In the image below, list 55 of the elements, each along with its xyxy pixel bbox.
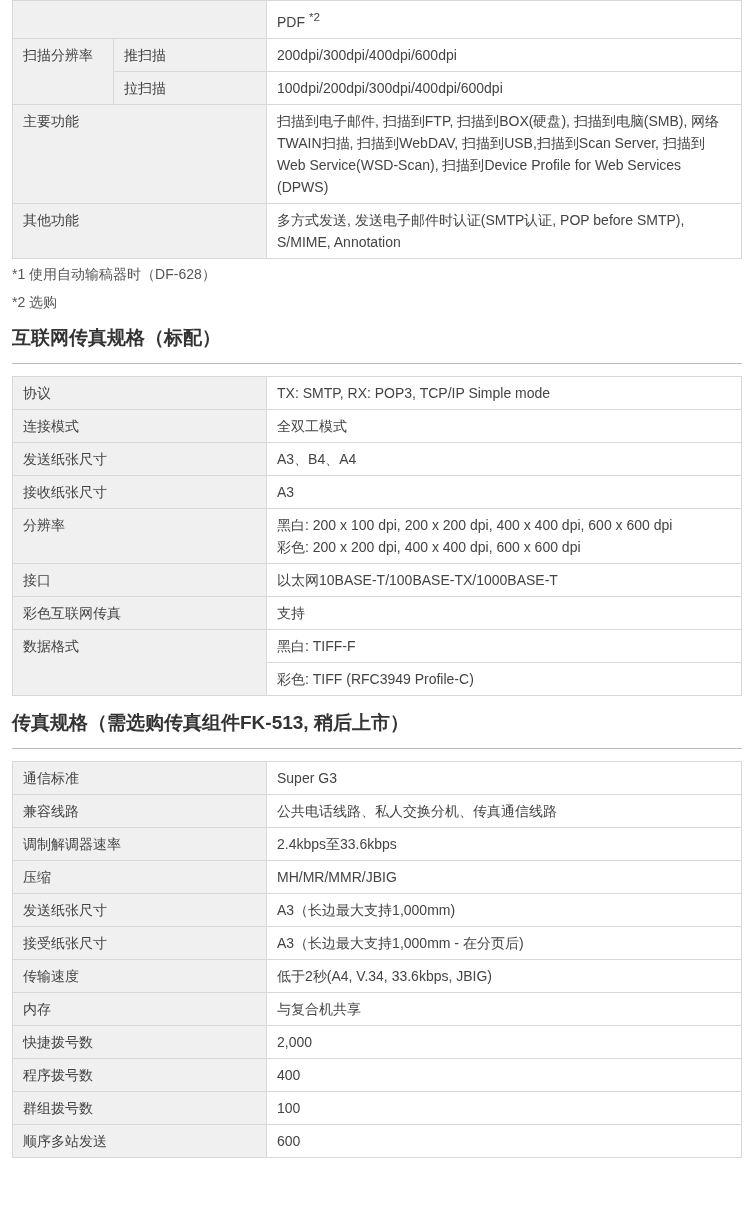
value-cell: 黑白: 200 x 100 dpi, 200 x 200 dpi, 400 x 400 dpi, 600 x 600 dpi 彩色: 200 x 200 dpi, 400 x 400 dpi, 600 x 600 dpi [266, 508, 742, 564]
value-cell: TX: SMTP, RX: POP3, TCP/IP Simple mode [266, 376, 742, 410]
value-cell: 600 [266, 1124, 742, 1158]
section-heading: 传真规格（需选购传真组件FK-513, 稍后上市） [12, 709, 742, 749]
label-cell: 扫描分辨率 [12, 38, 114, 105]
value-cell: 全双工模式 [266, 409, 742, 443]
label-cell: 调制解调器速率 [12, 827, 267, 861]
value-cell: 黑白: TIFF-F [266, 629, 742, 663]
label-cell: 压缩 [12, 860, 267, 894]
label-cell: 通信标准 [12, 761, 267, 795]
label-cell: 协议 [12, 376, 267, 410]
section-heading: 互联网传真规格（标配） [12, 324, 742, 364]
value-cell: 扫描到电子邮件, 扫描到FTP, 扫描到BOX(硬盘), 扫描到电脑(SMB), 网络TWAIN扫描, 扫描到WebDAV, 扫描到USB,扫描到Scan Server, 扫描到Web Service(WSD-Scan), 扫描到Device Profile for Web Services (DPWS) [266, 104, 742, 204]
value-cell: 以太网10BASE-T/100BASE-TX/1000BASE-T [266, 563, 742, 597]
label-cell: 连接模式 [12, 409, 267, 443]
value-cell: A3 [266, 475, 742, 509]
value-cell: MH/MR/MMR/JBIG [266, 860, 742, 894]
value-cell: 公共电话线路、私人交换分机、传真通信线路 [266, 794, 742, 828]
label-cell: 接受纸张尺寸 [12, 926, 267, 960]
value-cell: A3（长边最大支持1,000mm) [266, 893, 742, 927]
value-cell: 低于2秒(A4, V.34, 33.6kbps, JBIG) [266, 959, 742, 993]
label-cell: 快捷拨号数 [12, 1025, 267, 1059]
value-cell: 2,000 [266, 1025, 742, 1059]
value-cell: 2.4kbps至33.6kbps [266, 827, 742, 861]
footnote: *2 选购 [12, 292, 59, 311]
footnote: *1 使用自动输稿器时（DF-628） [12, 264, 217, 283]
label-cell: 内存 [12, 992, 267, 1026]
value-cell: 100dpi/200dpi/300dpi/400dpi/600dpi [266, 71, 742, 105]
value-cell: A3、B4、A4 [266, 442, 742, 476]
value-cell: A3（长边最大支持1,000mm - 在分页后) [266, 926, 742, 960]
label-cell: 主要功能 [12, 104, 267, 204]
label-cell: 兼容线路 [12, 794, 267, 828]
label-cell: 彩色互联网传真 [12, 596, 267, 630]
label-cell: 其他功能 [12, 203, 267, 259]
sublabel-cell: 拉扫描 [113, 71, 267, 105]
label-cell: 接收纸张尺寸 [12, 475, 267, 509]
label-cell: 顺序多站发送 [12, 1124, 267, 1158]
sublabel-cell: 推扫描 [113, 38, 267, 72]
value-cell: PDF $^{*2}$ [266, 0, 742, 39]
value-cell: 200dpi/300dpi/400dpi/600dpi [266, 38, 742, 72]
value-cell: 与复合机共享 [266, 992, 742, 1026]
label-cell: 数据格式 [12, 629, 267, 696]
value-cell: Super G3 [266, 761, 742, 795]
label-cell: 程序拨号数 [12, 1058, 267, 1092]
label-cell: 传输速度 [12, 959, 267, 993]
value-cell: 多方式发送, 发送电子邮件时认证(SMTP认证, POP before SMTP), S/MIME, Annotation [266, 203, 742, 259]
label-cell: 群组拨号数 [12, 1091, 267, 1125]
label-cell: 接口 [12, 563, 267, 597]
value-cell: 支持 [266, 596, 742, 630]
value-cell: 彩色: TIFF (RFC3949 Profile-C) [266, 662, 742, 696]
value-cell: 400 [266, 1058, 742, 1092]
label-cell: 分辨率 [12, 508, 267, 564]
label-cell: 发送纸张尺寸 [12, 442, 267, 476]
value-cell: 100 [266, 1091, 742, 1125]
label-cell: 发送纸张尺寸 [12, 893, 267, 927]
